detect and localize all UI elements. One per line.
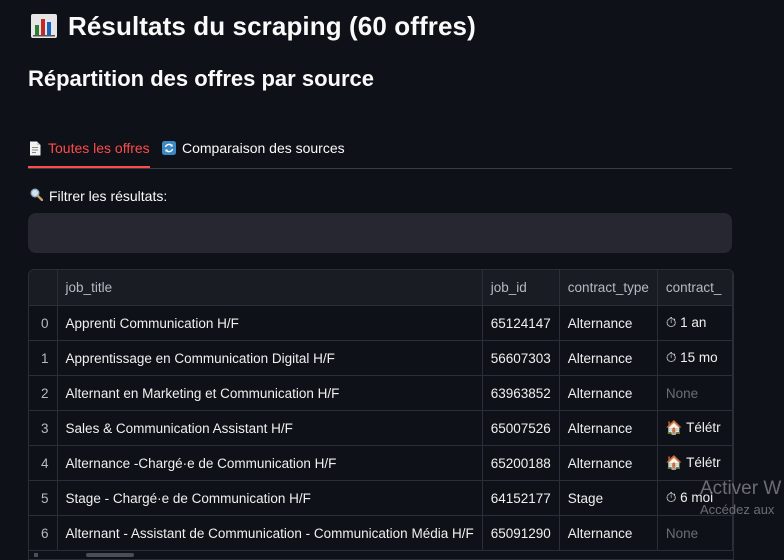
table-horizontal-scrollbar[interactable] bbox=[28, 553, 732, 558]
section-title: Répartition des offres par source bbox=[28, 66, 374, 91]
row-index: 2 bbox=[29, 375, 58, 411]
tab-bar: Toutes les offres Comparaison des source… bbox=[28, 130, 732, 169]
row-index: 3 bbox=[29, 410, 58, 446]
column-header-job-title[interactable]: job_title bbox=[57, 270, 483, 306]
column-header-job-id[interactable]: job_id bbox=[482, 270, 560, 306]
refresh-icon bbox=[162, 140, 176, 156]
cell-job-title[interactable]: Apprenti Communication H/F bbox=[57, 305, 483, 341]
cell-job-title[interactable]: Sales & Communication Assistant H/F bbox=[57, 410, 483, 446]
cell-job-id[interactable]: 65124147 bbox=[482, 305, 560, 341]
table-header-row: job_title job_id contract_type contract_ bbox=[29, 270, 733, 306]
tab-all-offers[interactable]: Toutes les offres bbox=[28, 130, 150, 168]
row-index: 5 bbox=[29, 480, 58, 516]
cell-job-title[interactable]: Alternance -Chargé·e de Communication H/… bbox=[57, 445, 483, 481]
table-row[interactable]: 6 Alternant - Assistant de Communication… bbox=[29, 515, 733, 551]
activation-watermark: Activer W Accédez aux bbox=[700, 478, 781, 517]
column-header-index[interactable] bbox=[29, 270, 58, 306]
cell-job-id[interactable]: 64152177 bbox=[482, 480, 560, 516]
filter-label: Filtrer les résultats: bbox=[30, 188, 167, 204]
table-row[interactable]: 0 Apprenti Communication H/F 65124147 Al… bbox=[29, 305, 733, 341]
cell-contract-extra[interactable]: 🏠 Télétr bbox=[657, 410, 733, 446]
filter-input[interactable] bbox=[28, 213, 732, 253]
column-header-contract-type[interactable]: contract_type bbox=[559, 270, 658, 306]
tab-source-comparison[interactable]: Comparaison des sources bbox=[162, 130, 345, 166]
cell-job-title[interactable]: Stage - Chargé·e de Communication H/F bbox=[57, 480, 483, 516]
cell-contract-type[interactable]: Alternance bbox=[559, 340, 658, 376]
cell-contract-type[interactable]: Alternance bbox=[559, 410, 658, 446]
cell-contract-type[interactable]: Alternance bbox=[559, 445, 658, 481]
cell-contract-extra[interactable]: ⏱ 15 mo bbox=[657, 340, 733, 376]
cell-job-title[interactable]: Alternant en Marketing et Communication … bbox=[57, 375, 483, 411]
document-icon bbox=[28, 140, 42, 156]
bar-chart-icon bbox=[30, 13, 58, 39]
watermark-line-1: Activer W bbox=[700, 478, 782, 499]
cell-job-id[interactable]: 65007526 bbox=[482, 410, 560, 446]
scrollbar-marker bbox=[34, 553, 38, 557]
cell-contract-extra[interactable]: ⏱ 1 an bbox=[657, 305, 733, 341]
table-row[interactable]: 4 Alternance -Chargé·e de Communication … bbox=[29, 445, 733, 481]
tab-all-offers-label: Toutes les offres bbox=[48, 140, 150, 156]
cell-job-id[interactable]: 63963852 bbox=[482, 375, 560, 411]
row-index: 4 bbox=[29, 445, 58, 481]
cell-job-id[interactable]: 65200188 bbox=[482, 445, 560, 481]
cell-contract-type[interactable]: Alternance bbox=[559, 305, 658, 341]
row-index: 1 bbox=[29, 340, 58, 376]
results-table[interactable]: job_title job_id contract_type contract_… bbox=[28, 269, 734, 560]
row-index: 0 bbox=[29, 305, 58, 341]
tab-source-comparison-label: Comparaison des sources bbox=[182, 140, 345, 156]
table-row[interactable]: 5 Stage - Chargé·e de Communication H/F … bbox=[29, 480, 733, 516]
cell-contract-extra[interactable]: 🏠 Télétr bbox=[657, 445, 733, 481]
page-title-text: Résultats du scraping (60 offres) bbox=[68, 10, 476, 41]
cell-contract-type[interactable]: Alternance bbox=[559, 375, 658, 411]
page-title: Résultats du scraping (60 offres) bbox=[30, 8, 476, 44]
table-row[interactable]: 2 Alternant en Marketing et Communicatio… bbox=[29, 375, 733, 411]
row-index: 6 bbox=[29, 515, 58, 551]
filter-label-text: Filtrer les résultats: bbox=[49, 188, 168, 204]
cell-job-id[interactable]: 56607303 bbox=[482, 340, 560, 376]
watermark-line-2: Accédez aux bbox=[700, 502, 775, 517]
cell-contract-type[interactable]: Alternance bbox=[559, 515, 658, 551]
cell-job-title[interactable]: Apprentissage en Communication Digital H… bbox=[57, 340, 483, 376]
scrollbar-thumb[interactable] bbox=[86, 553, 134, 557]
cell-contract-extra[interactable]: None bbox=[657, 375, 733, 411]
magnifier-icon bbox=[30, 188, 44, 204]
table-row[interactable]: 1 Apprentissage en Communication Digital… bbox=[29, 340, 733, 376]
cell-contract-extra[interactable]: None bbox=[657, 515, 733, 551]
cell-job-title[interactable]: Alternant - Assistant de Communication -… bbox=[57, 515, 483, 551]
column-header-contract-extra[interactable]: contract_ bbox=[657, 270, 733, 306]
cell-contract-type[interactable]: Stage bbox=[559, 480, 658, 516]
cell-job-id[interactable]: 65091290 bbox=[482, 515, 560, 551]
table-row[interactable]: 3 Sales & Communication Assistant H/F 65… bbox=[29, 410, 733, 446]
